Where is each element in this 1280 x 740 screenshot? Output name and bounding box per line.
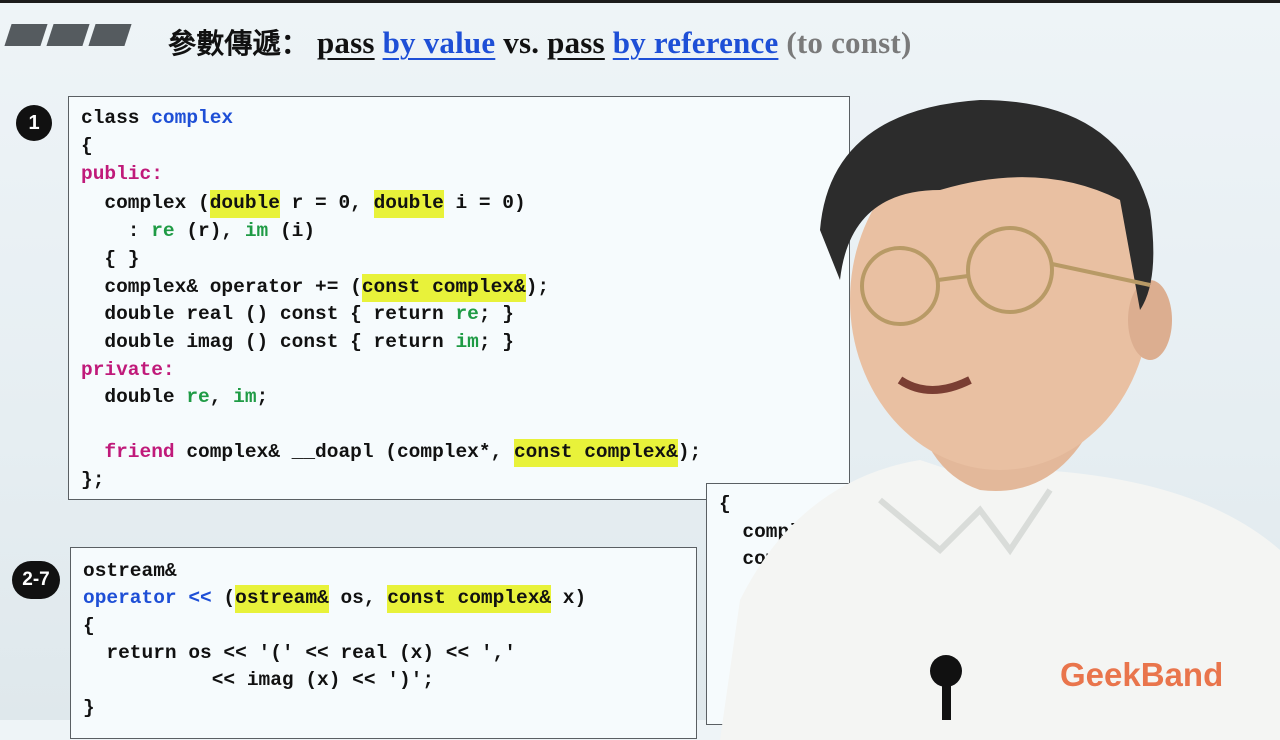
step-badge-1: 1	[16, 105, 52, 141]
title-pass-1: pass	[316, 25, 375, 60]
code-line: operator << (ostream& os, const complex&…	[83, 585, 586, 613]
code-line: };	[81, 469, 105, 491]
code-line: complex (double r = 0, double i = 0)	[81, 190, 526, 218]
title-by-reference: by reference	[612, 25, 779, 60]
code-line: double re, im;	[81, 386, 269, 408]
code-line: {	[83, 615, 95, 637]
title-cjk: 參數傳遞：	[168, 27, 310, 60]
code-line: : re (r), im (i)	[81, 220, 316, 242]
code-line: double real () const { return re; }	[81, 303, 514, 325]
code-line: << imag (x) << ')';	[83, 669, 435, 691]
title-to-const: (to const)	[786, 25, 912, 60]
microphone-stand	[942, 684, 951, 720]
code-line: ostream&	[83, 560, 177, 582]
top-border	[0, 0, 1280, 3]
microphone-icon	[930, 655, 962, 687]
code-line: double imag () const { return im; }	[81, 331, 514, 353]
code-line: private:	[81, 359, 175, 381]
code-line: return os << '(' << real (x) << ','	[83, 642, 516, 664]
step-badge-2-7: 2-7	[12, 561, 60, 599]
code-line: }	[83, 697, 95, 719]
title-by-value: by value	[382, 25, 496, 60]
code-line: complex& operator += (const complex&);	[81, 274, 549, 302]
code-line: {	[81, 135, 93, 157]
code-box-ostream-operator: ostream& operator << (ostream& os, const…	[70, 547, 697, 739]
code-line: public:	[81, 163, 163, 185]
slide-decoration	[4, 24, 132, 46]
title-vs: vs.	[503, 25, 540, 60]
code-line: friend complex& __doapl (complex*, const…	[81, 439, 701, 467]
code-line: { }	[81, 248, 140, 270]
title-pass-2: pass	[547, 25, 605, 60]
geekband-logo: GeekBand	[1060, 656, 1224, 693]
presenter-figure	[720, 100, 1280, 740]
slide-title: 參數傳遞： pass by value vs. pass by referenc…	[168, 22, 911, 62]
code-line: class complex	[81, 107, 234, 129]
